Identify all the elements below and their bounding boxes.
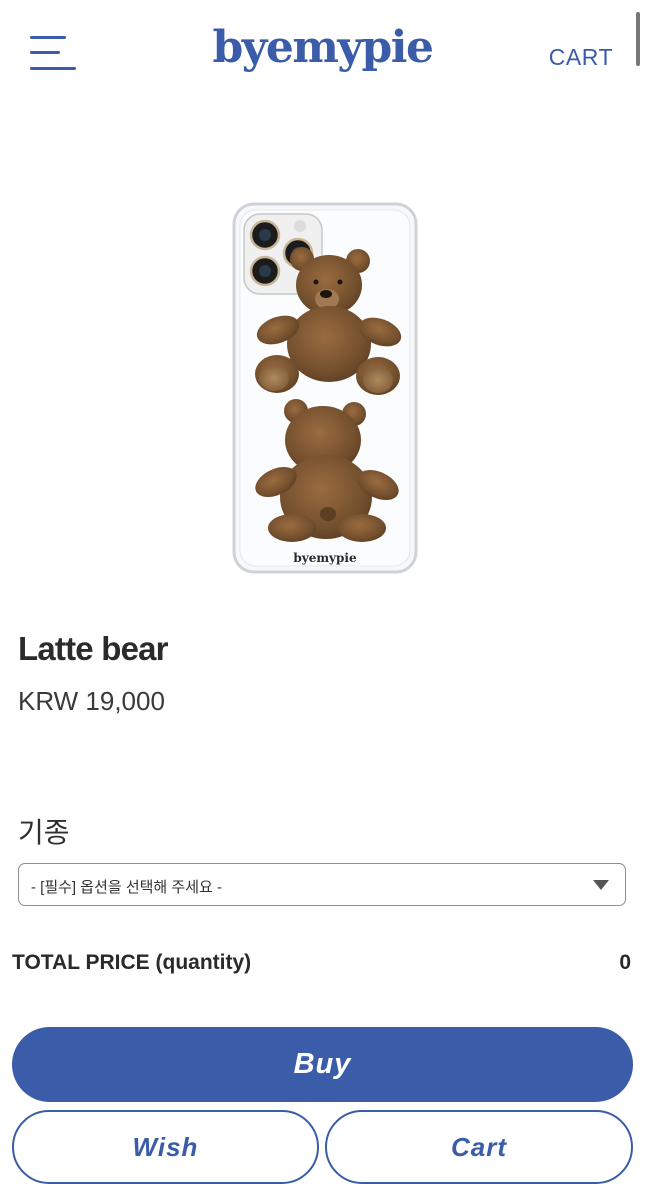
product-image: byemypie — [232, 202, 418, 574]
model-select[interactable]: - [필수] 옵션을 선택해 주세요 - — [18, 863, 626, 906]
total-price-value: 0 — [619, 951, 631, 974]
buy-button[interactable]: Buy — [12, 1027, 633, 1102]
wish-button-label: Wish — [132, 1131, 199, 1162]
add-to-cart-button[interactable]: Cart — [325, 1110, 633, 1184]
total-price-label: TOTAL PRICE (quantity) — [12, 951, 252, 974]
scroll-indicator — [636, 12, 640, 66]
product-page: byemypie CART byemypie Latte bear KRW 19… — [0, 0, 645, 1200]
cart-link[interactable]: CART — [549, 44, 613, 71]
header: byemypie CART — [0, 0, 645, 110]
product-name: Latte bear — [18, 630, 169, 667]
select-value: - [필수] 옵션을 선택해 주세요 - — [31, 879, 222, 896]
buy-button-label: Buy — [293, 1048, 352, 1080]
caret-down-icon — [593, 880, 609, 890]
logo-link[interactable]: byemypie — [213, 22, 434, 73]
cart-button-label: Cart — [450, 1131, 507, 1162]
product-price: KRW 19,000 — [18, 686, 165, 716]
option-label: 기종 — [18, 817, 70, 848]
wish-button[interactable]: Wish — [12, 1110, 319, 1184]
case-brand-text: byemypie — [293, 551, 357, 565]
hamburger-menu-icon[interactable] — [30, 36, 80, 72]
